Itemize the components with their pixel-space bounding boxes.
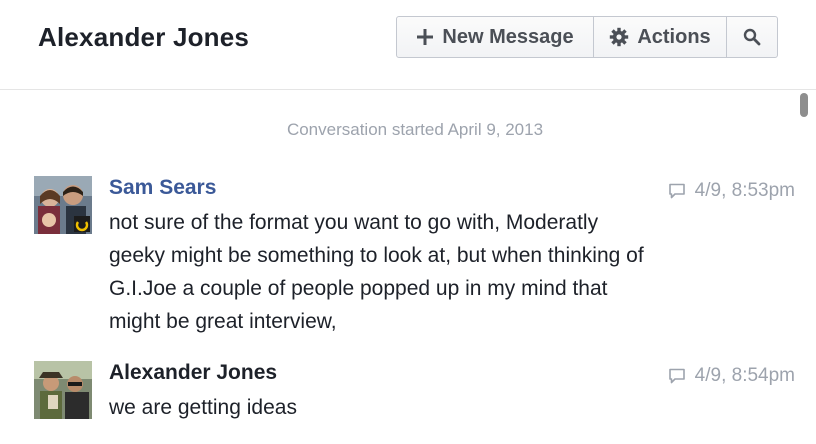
conversation-title: Alexander Jones [38,22,250,52]
sender-avatar[interactable] [34,361,92,419]
sender-name[interactable]: Alexander Jones [109,361,277,385]
message-line: we are getting ideas [109,396,297,419]
message-line: not sure of the format you want to go wi… [109,211,599,234]
header-toolbar: New Message Actions [396,16,778,58]
messages-page: Alexander Jones New Message Actions Conv… [0,0,816,444]
message-line: geeky might be something to look at, but… [109,244,644,267]
actions-label: Actions [637,25,711,48]
message-line: G.I.Joe a couple of people popped up in … [109,277,608,300]
conversation-header: Alexander Jones New Message Actions [0,0,816,90]
message-body: we are getting ideas [109,391,709,424]
scrollbar-thumb[interactable] [800,93,808,117]
message-timestamp[interactable]: 4/9, 8:53pm [668,180,795,202]
new-message-button[interactable]: New Message [397,17,594,57]
gear-icon [609,27,629,47]
message-body: not sure of the format you want to go wi… [109,206,709,338]
timestamp-text: 4/9, 8:54pm [694,365,795,386]
new-message-label: New Message [442,25,574,48]
search-icon [743,28,761,46]
actions-button[interactable]: Actions [594,17,727,57]
timestamp-text: 4/9, 8:53pm [694,180,795,201]
conversation-start-text: Conversation started April 9, 2013 [286,120,544,139]
speech-bubble-icon [668,183,686,199]
sender-avatar[interactable] [34,176,92,234]
sender-name[interactable]: Sam Sears [109,176,216,200]
message-timestamp[interactable]: 4/9, 8:54pm [668,365,795,387]
speech-bubble-icon [668,368,686,384]
plus-icon [416,28,434,46]
search-button[interactable] [727,17,777,57]
message-line: might be great interview, [109,310,337,333]
